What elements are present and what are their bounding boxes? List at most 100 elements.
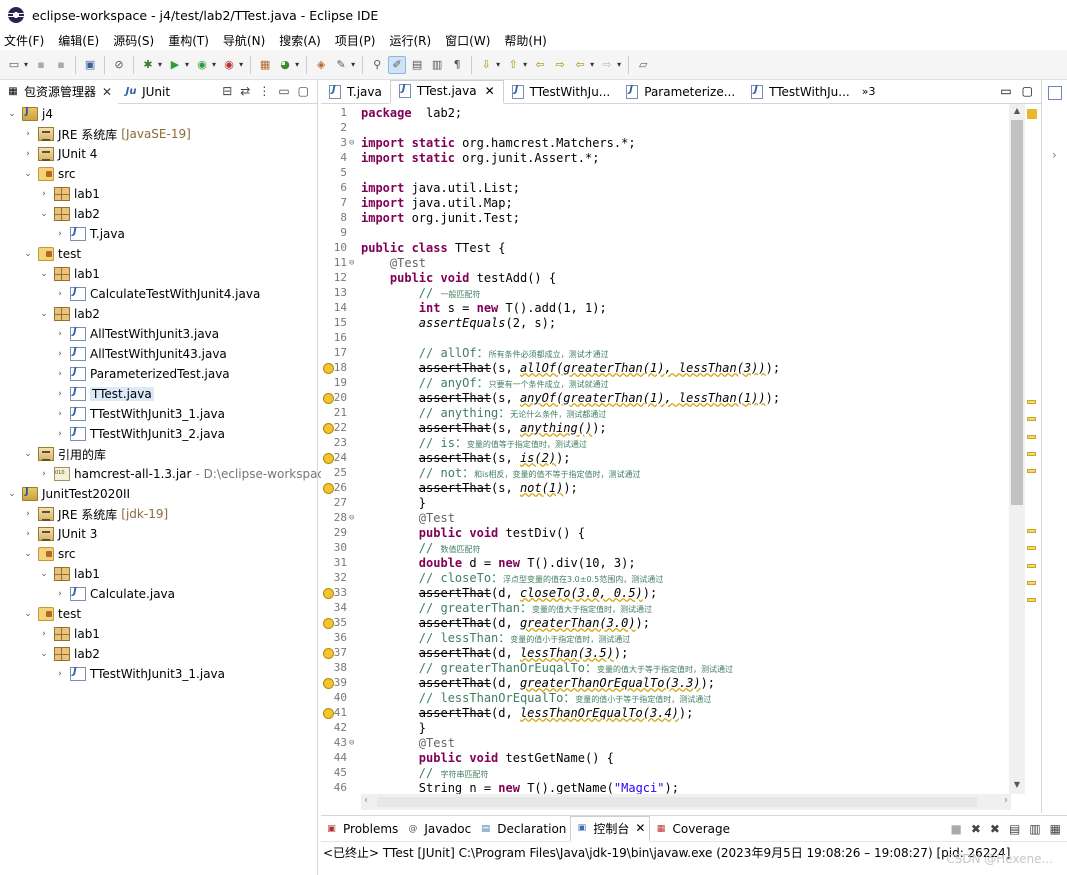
chevron-down-icon[interactable]: ⌄ <box>22 549 34 559</box>
search-icon[interactable]: ✎ <box>332 56 350 74</box>
tree-item[interactable]: ⌄ src <box>22 544 76 564</box>
code-line[interactable]: 40 // lessThanOrEqualTo：变量的值小于等于指定值时，测试通… <box>321 690 1021 705</box>
code-line[interactable]: 33 assertThat(d, closeTo(3.0, 0.5)); <box>321 585 1021 600</box>
warning-icon[interactable] <box>323 482 334 494</box>
highlight-icon[interactable]: ✐ <box>388 55 407 74</box>
tree-item[interactable]: ⌄ JunitTest2020II <box>6 484 130 504</box>
maximize-icon[interactable]: ▢ <box>1022 84 1033 98</box>
clear-console-icon[interactable]: ▤ <box>1009 822 1020 836</box>
overview-warning-marker[interactable] <box>1027 469 1036 473</box>
chevron-down-icon[interactable]: ⌄ <box>38 269 50 279</box>
word-wrap-icon[interactable]: ▥ <box>428 56 446 74</box>
chevron-down-icon[interactable]: ⌄ <box>22 449 34 459</box>
next-annotation-dropdown-icon[interactable]: ▾ <box>496 60 500 69</box>
collapse-all-icon[interactable]: ⊟ <box>222 84 232 98</box>
pin-editor-icon[interactable]: ▱ <box>634 56 652 74</box>
forward-dropdown-icon[interactable]: ▾ <box>617 60 621 69</box>
tree-item[interactable]: ⌄ lab1 <box>38 564 100 584</box>
chevron-right-icon[interactable]: › <box>22 149 34 159</box>
terminal-icon[interactable]: ▣ <box>81 56 99 74</box>
code-line[interactable]: 19 // anyOf：只要有一个条件成立，测试就通过 <box>321 375 1021 390</box>
menu-item[interactable]: 窗口(W) <box>445 32 490 49</box>
coverage-run-icon[interactable]: ◉ <box>193 56 211 74</box>
chevron-right-icon[interactable]: › <box>54 229 66 239</box>
overview-warning-marker[interactable] <box>1027 451 1036 456</box>
fold-collapse-icon[interactable]: ⊖ <box>349 138 359 148</box>
code-line[interactable]: 27 } <box>321 495 1021 510</box>
tree-item[interactable]: › TTestWithJunit3_1.java <box>54 404 225 424</box>
tree-item[interactable]: › lab1 <box>38 184 100 204</box>
remove-launch-icon[interactable]: ✖ <box>971 822 981 836</box>
code-line[interactable]: 23 // is：变量的值等于指定值时，测试通过 <box>321 435 1021 450</box>
vertical-scrollbar[interactable]: ▲ ▼ <box>1009 104 1025 794</box>
view-menu-icon[interactable]: ⋮ <box>258 84 270 98</box>
tree-item[interactable]: › TTestWithJunit3_1.java <box>54 664 225 684</box>
chevron-right-icon[interactable]: › <box>54 669 66 679</box>
next-annotation-icon[interactable]: ⇩ <box>477 56 495 74</box>
code-line[interactable]: 5 <box>321 165 1021 180</box>
debug-dropdown-icon[interactable]: ▾ <box>158 60 162 69</box>
code-line[interactable]: 43 ⊖ @Test <box>321 735 1021 750</box>
close-icon[interactable]: ✕ <box>635 821 645 835</box>
new-dropdown-icon[interactable]: ▾ <box>24 60 28 69</box>
open-type-icon[interactable]: ◈ <box>312 56 330 74</box>
fold-collapse-icon[interactable]: ⊖ <box>349 738 359 748</box>
overview-warning-marker[interactable] <box>1027 598 1036 602</box>
chevron-down-icon[interactable]: ⌄ <box>6 109 18 119</box>
code-line[interactable]: 16 <box>321 330 1021 345</box>
forward-icon[interactable]: ⇨ <box>598 56 616 74</box>
search-dropdown-icon[interactable]: ▾ <box>351 60 355 69</box>
editor-tab[interactable]: TTestWithJu... <box>743 80 858 104</box>
pin-console-icon[interactable]: ▦ <box>1050 822 1061 836</box>
console-tab[interactable]: ▦ Coverage <box>650 816 734 842</box>
chevron-right-icon[interactable]: › <box>38 189 50 199</box>
fold-collapse-icon[interactable]: ⊖ <box>349 258 359 268</box>
tree-item[interactable]: ⌄ lab2 <box>38 304 100 324</box>
tree-item[interactable]: › Calculate.java <box>54 584 175 604</box>
overview-warning-marker[interactable] <box>1027 529 1036 534</box>
chevron-right-icon[interactable]: › <box>38 469 50 479</box>
editor-tab[interactable]: TTest.java ✕ <box>389 79 504 104</box>
editor-tab[interactable]: T.java <box>321 80 390 104</box>
code-line[interactable]: 34 // greaterThan：变量的值大于指定值时，测试通过 <box>321 600 1021 615</box>
tree-item[interactable]: › ParameterizedTest.java <box>54 364 230 384</box>
tree-item[interactable]: › AllTestWithJunit3.java <box>54 324 219 344</box>
minimize-icon[interactable]: ▭ <box>278 84 289 98</box>
menu-item[interactable]: 导航(N) <box>223 32 265 49</box>
chevron-down-icon[interactable]: ⌄ <box>38 309 50 319</box>
code-area[interactable]: 1 package lab2; 2 3 ⊖ import static org.hamcr… <box>321 104 1021 794</box>
coverage-dropdown-icon[interactable]: ▾ <box>212 60 216 69</box>
scroll-right-icon[interactable]: › <box>1004 795 1008 806</box>
chevron-right-icon[interactable]: › <box>54 589 66 599</box>
minimize-icon[interactable]: ▭ <box>1000 84 1011 98</box>
code-line[interactable]: 39 assertThat(d, greaterThanOrEqualTo(3.… <box>321 675 1021 690</box>
chevron-right-icon[interactable]: › <box>54 289 66 299</box>
menu-item[interactable]: 源码(S) <box>113 32 154 49</box>
menu-item[interactable]: 文件(F) <box>4 32 44 49</box>
code-line[interactable]: 32 // closeTo：浮点型变量的值在3.0±0.5范围内，测试通过 <box>321 570 1021 585</box>
scrollbar-thumb[interactable] <box>1011 120 1023 505</box>
warning-icon[interactable] <box>323 587 334 599</box>
tree-item[interactable]: › JRE 系统库 [JavaSE-19] <box>22 124 191 144</box>
overview-ruler[interactable] <box>1025 104 1039 794</box>
code-line[interactable]: 30 // 数值匹配符 <box>321 540 1021 555</box>
code-line[interactable]: 18 assertThat(s, allOf(greaterThan(1), l… <box>321 360 1021 375</box>
code-line[interactable]: 38 // greaterThanOrEuqalTo：变量的值大于等于指定值时，… <box>321 660 1021 675</box>
code-line[interactable]: 42 } <box>321 720 1021 735</box>
code-line[interactable]: 45 // 字符串匹配符 <box>321 765 1021 780</box>
scroll-left-icon[interactable]: ‹ <box>364 795 368 806</box>
code-line[interactable]: 31 double d = new T().div(10, 3); <box>321 555 1021 570</box>
tree-item[interactable]: › lab1 <box>38 624 100 644</box>
warning-icon[interactable] <box>323 452 334 464</box>
chevron-right-icon[interactable]: › <box>54 429 66 439</box>
code-line[interactable]: 29 public void testDiv() { <box>321 525 1021 540</box>
show-whitespace-icon[interactable]: ¶ <box>448 56 466 74</box>
scroll-down-icon[interactable]: ▼ <box>1009 780 1025 794</box>
tree-item[interactable]: › T.java <box>54 224 125 244</box>
code-line[interactable]: 22 assertThat(s, anything()); <box>321 420 1021 435</box>
code-line[interactable]: 24 assertThat(s, is(2)); <box>321 450 1021 465</box>
tab-overflow-button[interactable]: »3 <box>862 85 876 98</box>
run-icon[interactable]: ▶ <box>166 56 184 74</box>
warning-icon[interactable] <box>323 647 334 659</box>
warning-icon[interactable] <box>323 707 334 719</box>
